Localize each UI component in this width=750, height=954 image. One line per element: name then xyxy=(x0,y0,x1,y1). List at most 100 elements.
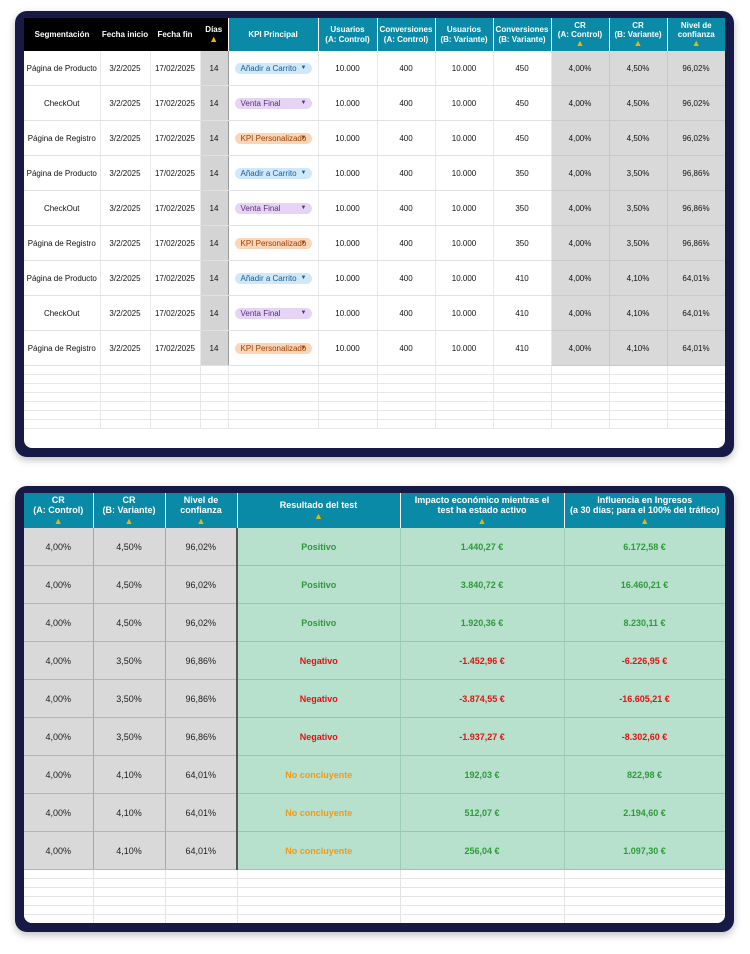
header-nivel-confianza[interactable]: Nivel de confianza ▲ xyxy=(164,493,237,528)
empty-cell[interactable] xyxy=(551,419,610,429)
empty-cell[interactable] xyxy=(93,896,166,906)
cell-nivel-confianza[interactable]: 96,02% xyxy=(667,120,725,156)
cell-cr-b[interactable]: 4,10% xyxy=(93,831,166,870)
empty-cell[interactable] xyxy=(24,896,94,906)
cell-kpi[interactable]: Venta Final ▼ xyxy=(228,295,319,331)
cell-usuarios-a[interactable]: 10.000 xyxy=(318,120,378,156)
empty-cell[interactable] xyxy=(200,401,229,411)
empty-cell[interactable] xyxy=(24,887,94,897)
cell-cr-a[interactable]: 4,00% xyxy=(24,793,94,832)
cell-segmentacion[interactable]: Página de Producto xyxy=(24,260,101,296)
empty-cell[interactable] xyxy=(228,374,319,384)
cell-influencia-ingresos[interactable]: 1.097,30 € xyxy=(564,831,725,870)
cell-conversiones-b[interactable]: 450 xyxy=(493,120,552,156)
cell-impacto-economico[interactable]: 512,07 € xyxy=(400,793,565,832)
empty-cell[interactable] xyxy=(100,401,151,411)
header-nivel-confianza[interactable]: Nivel de confianza ▲ xyxy=(666,18,725,51)
cell-nivel-confianza[interactable]: 64,01% xyxy=(667,295,725,331)
cell-fecha-inicio[interactable]: 3/2/2025 xyxy=(100,120,151,156)
cell-impacto-economico[interactable]: 192,03 € xyxy=(400,755,565,794)
cell-usuarios-b[interactable]: 10.000 xyxy=(435,120,494,156)
cell-resultado[interactable]: No concluyente xyxy=(237,793,401,832)
cell-nivel-confianza[interactable]: 96,86% xyxy=(165,717,238,756)
empty-cell[interactable] xyxy=(24,365,101,375)
cell-cr-a[interactable]: 4,00% xyxy=(24,831,94,870)
empty-cell[interactable] xyxy=(377,401,436,411)
cell-influencia-ingresos[interactable]: 8.230,11 € xyxy=(564,603,725,642)
cell-impacto-economico[interactable]: 1.440,27 € xyxy=(400,528,565,566)
header-cr-b[interactable]: CR (B: Variante) ▲ xyxy=(608,18,667,51)
empty-cell[interactable] xyxy=(493,401,552,411)
empty-cell[interactable] xyxy=(564,887,725,897)
cell-kpi[interactable]: Añadir a Carrito ▼ xyxy=(228,260,319,296)
cell-influencia-ingresos[interactable]: -16.605,21 € xyxy=(564,679,725,718)
cell-cr-b[interactable]: 3,50% xyxy=(93,641,166,680)
cell-segmentacion[interactable]: Página de Producto xyxy=(24,51,101,86)
empty-cell[interactable] xyxy=(24,905,94,915)
empty-cell[interactable] xyxy=(24,401,101,411)
empty-cell[interactable] xyxy=(667,365,725,375)
cell-cr-b[interactable]: 3,50% xyxy=(93,717,166,756)
cell-nivel-confianza[interactable]: 64,01% xyxy=(667,260,725,296)
cell-kpi[interactable]: Añadir a Carrito ▼ xyxy=(228,51,319,86)
empty-cell[interactable] xyxy=(318,374,378,384)
empty-cell[interactable] xyxy=(150,419,201,429)
cell-conversiones-b[interactable]: 410 xyxy=(493,295,552,331)
cell-cr-b[interactable]: 4,50% xyxy=(609,120,668,156)
cell-usuarios-b[interactable]: 10.000 xyxy=(435,225,494,261)
cell-conversiones-a[interactable]: 400 xyxy=(377,155,436,191)
cell-impacto-economico[interactable]: 1.920,36 € xyxy=(400,603,565,642)
cell-cr-a[interactable]: 4,00% xyxy=(551,295,610,331)
empty-cell[interactable] xyxy=(93,905,166,915)
cell-usuarios-b[interactable]: 10.000 xyxy=(435,190,494,226)
cell-conversiones-a[interactable]: 400 xyxy=(377,225,436,261)
cell-kpi[interactable]: Añadir a Carrito ▼ xyxy=(228,155,319,191)
empty-cell[interactable] xyxy=(435,410,494,420)
empty-cell[interactable] xyxy=(318,392,378,402)
cell-cr-a[interactable]: 4,00% xyxy=(24,565,94,604)
empty-cell[interactable] xyxy=(551,365,610,375)
cell-nivel-confianza[interactable]: 96,86% xyxy=(667,225,725,261)
cell-dias[interactable]: 14 xyxy=(199,85,229,121)
empty-cell[interactable] xyxy=(200,383,229,393)
cell-usuarios-a[interactable]: 10.000 xyxy=(318,85,378,121)
empty-cell[interactable] xyxy=(150,392,201,402)
cell-usuarios-b[interactable]: 10.000 xyxy=(435,85,494,121)
cell-fecha-fin[interactable]: 17/02/2025 xyxy=(150,51,201,86)
cell-nivel-confianza[interactable]: 64,01% xyxy=(165,831,238,870)
header-usuarios-a[interactable]: Usuarios (A: Control) xyxy=(317,18,377,51)
cell-usuarios-a[interactable]: 10.000 xyxy=(318,190,378,226)
cell-cr-a[interactable]: 4,00% xyxy=(551,330,610,366)
empty-cell[interactable] xyxy=(609,392,668,402)
kpi-dropdown-chip[interactable]: Venta Final ▼ xyxy=(234,97,312,109)
cell-conversiones-a[interactable]: 400 xyxy=(377,190,436,226)
empty-cell[interactable] xyxy=(609,374,668,384)
cell-conversiones-b[interactable]: 410 xyxy=(493,260,552,296)
empty-cell[interactable] xyxy=(318,365,378,375)
cell-impacto-economico[interactable]: -1.937,27 € xyxy=(400,717,565,756)
empty-cell[interactable] xyxy=(667,419,725,429)
empty-cell[interactable] xyxy=(200,365,229,375)
cell-cr-a[interactable]: 4,00% xyxy=(24,679,94,718)
kpi-dropdown-chip[interactable]: KPI Personalizado ▼ xyxy=(234,342,312,354)
kpi-dropdown-chip[interactable]: Venta Final ▼ xyxy=(234,307,312,319)
empty-cell[interactable] xyxy=(228,419,319,429)
empty-cell[interactable] xyxy=(400,905,565,915)
empty-cell[interactable] xyxy=(24,878,94,888)
cell-cr-b[interactable]: 3,50% xyxy=(609,225,668,261)
cell-fecha-inicio[interactable]: 3/2/2025 xyxy=(100,51,151,86)
empty-cell[interactable] xyxy=(493,419,552,429)
empty-cell[interactable] xyxy=(93,914,166,923)
cell-cr-b[interactable]: 3,50% xyxy=(609,190,668,226)
cell-nivel-confianza[interactable]: 96,02% xyxy=(667,51,725,86)
cell-nivel-confianza[interactable]: 96,86% xyxy=(165,679,238,718)
cell-cr-b[interactable]: 4,10% xyxy=(609,330,668,366)
cell-nivel-confianza[interactable]: 96,86% xyxy=(667,190,725,226)
empty-cell[interactable] xyxy=(237,905,401,915)
cell-resultado[interactable]: Positivo xyxy=(237,565,401,604)
header-fecha-fin[interactable]: Fecha fin xyxy=(150,18,200,51)
header-resultado[interactable]: Resultado del test ▲ xyxy=(236,493,400,528)
cell-cr-a[interactable]: 4,00% xyxy=(551,120,610,156)
cell-fecha-inicio[interactable]: 3/2/2025 xyxy=(100,225,151,261)
kpi-dropdown-chip[interactable]: KPI Personalizado ▼ xyxy=(234,132,312,144)
